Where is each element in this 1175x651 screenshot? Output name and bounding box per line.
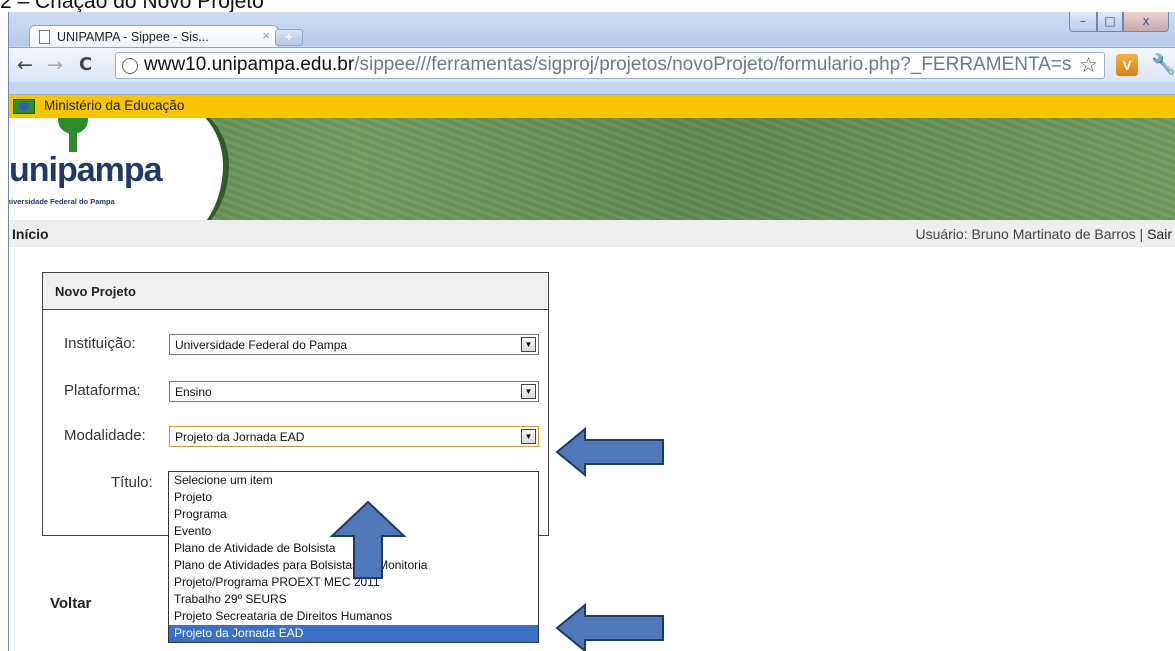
dropdown-option[interactable]: Selecione um item (169, 472, 538, 489)
tab-close-icon[interactable]: × (262, 28, 270, 43)
plataforma-label: Plataforma: (64, 382, 141, 399)
modalidade-label: Modalidade: (64, 427, 146, 444)
dropdown-option[interactable]: Projeto Secreataria de Direitos Humanos (169, 608, 538, 625)
logo-text: unipampa (9, 151, 163, 189)
plataforma-select[interactable]: Ensino ▼ (169, 381, 539, 402)
titulo-label: Título: (111, 474, 153, 491)
url-path: /sippee///ferramentas/sigproj/projetos/n… (354, 54, 1072, 75)
separator: | (1135, 226, 1148, 242)
tab-strip: UNIPAMPA - Sippee - Sis... × + – □ x (9, 12, 1175, 48)
maximize-button[interactable]: □ (1097, 12, 1123, 32)
brazil-flag-icon (13, 99, 35, 114)
annotation-arrow-left-icon (555, 603, 664, 651)
instituicao-value: Universidade Federal do Pampa (175, 338, 348, 352)
logo-subtitle: Universidade Federal do Pampa (9, 197, 115, 206)
site-nav-bar: Início Usuário: Bruno Martinato de Barro… (9, 220, 1175, 247)
globe-icon (122, 58, 138, 74)
document-caption: 2 – Criação do Novo Projeto (0, 0, 264, 13)
page-icon (39, 30, 50, 44)
logo[interactable]: unipampa Universidade Federal do Pampa (9, 118, 229, 220)
chevron-down-icon[interactable]: ▼ (521, 429, 536, 444)
dropdown-option[interactable]: Projeto da Jornada EAD (169, 625, 538, 642)
forward-button[interactable]: → (47, 54, 63, 76)
address-bar[interactable]: www10.unipampa.edu.br/sippee///ferrament… (115, 52, 1105, 79)
close-window-button[interactable]: x (1123, 12, 1169, 32)
chevron-down-icon[interactable]: ▼ (521, 337, 536, 352)
annotation-arrow-up-icon (330, 500, 406, 579)
user-info: Usuário: Bruno Martinato de Barros | Sai… (915, 226, 1172, 242)
form-title: Novo Projeto (43, 273, 548, 310)
user-label: Usuário: Bruno Martinato de Barros (915, 226, 1136, 242)
browser-window: UNIPAMPA - Sippee - Sis... × + – □ x ← →… (8, 12, 1175, 651)
new-tab-button[interactable]: + (275, 29, 303, 46)
browser-toolbar: ← → C www10.unipampa.edu.br/sippee///fer… (9, 47, 1175, 82)
minimize-button[interactable]: – (1069, 12, 1097, 32)
page-viewport: Ministério da Educação unipampa Universi… (9, 94, 1175, 651)
back-button[interactable]: ← (17, 54, 33, 76)
extension-icon[interactable]: V (1116, 54, 1138, 76)
tree-icon (53, 118, 93, 154)
government-bar: Ministério da Educação (9, 95, 1175, 118)
modalidade-select[interactable]: Projeto da Jornada EAD ▼ (169, 426, 539, 447)
site-banner: unipampa Universidade Federal do Pampa (9, 118, 1175, 220)
chevron-down-icon[interactable]: ▼ (521, 384, 536, 399)
modalidade-value: Projeto da Jornada EAD (175, 430, 305, 444)
back-link[interactable]: Voltar (50, 595, 91, 612)
annotation-arrow-left-icon (555, 427, 664, 477)
url-host: www10.unipampa.edu.br (144, 54, 355, 75)
instituicao-select[interactable]: Universidade Federal do Pampa ▼ (169, 334, 539, 355)
url-text: www10.unipampa.edu.br/sippee///ferrament… (144, 54, 1071, 76)
home-link[interactable]: Início (12, 226, 49, 242)
instituicao-label: Instituição: (64, 335, 136, 352)
dropdown-option[interactable]: Trabalho 29º SEURS (169, 591, 538, 608)
bookmark-star-icon[interactable]: ☆ (1079, 53, 1098, 78)
logout-link[interactable]: Sair (1147, 226, 1172, 242)
tab-title: UNIPAMPA - Sippee - Sis... (57, 30, 209, 44)
plataforma-value: Ensino (175, 385, 212, 399)
gov-label[interactable]: Ministério da Educação (44, 98, 184, 113)
window-controls: – □ x (1069, 12, 1169, 32)
reload-button[interactable]: C (79, 54, 92, 75)
browser-tab[interactable]: UNIPAMPA - Sippee - Sis... × (29, 25, 279, 48)
wrench-menu-icon[interactable]: 🔧 (1151, 52, 1175, 77)
